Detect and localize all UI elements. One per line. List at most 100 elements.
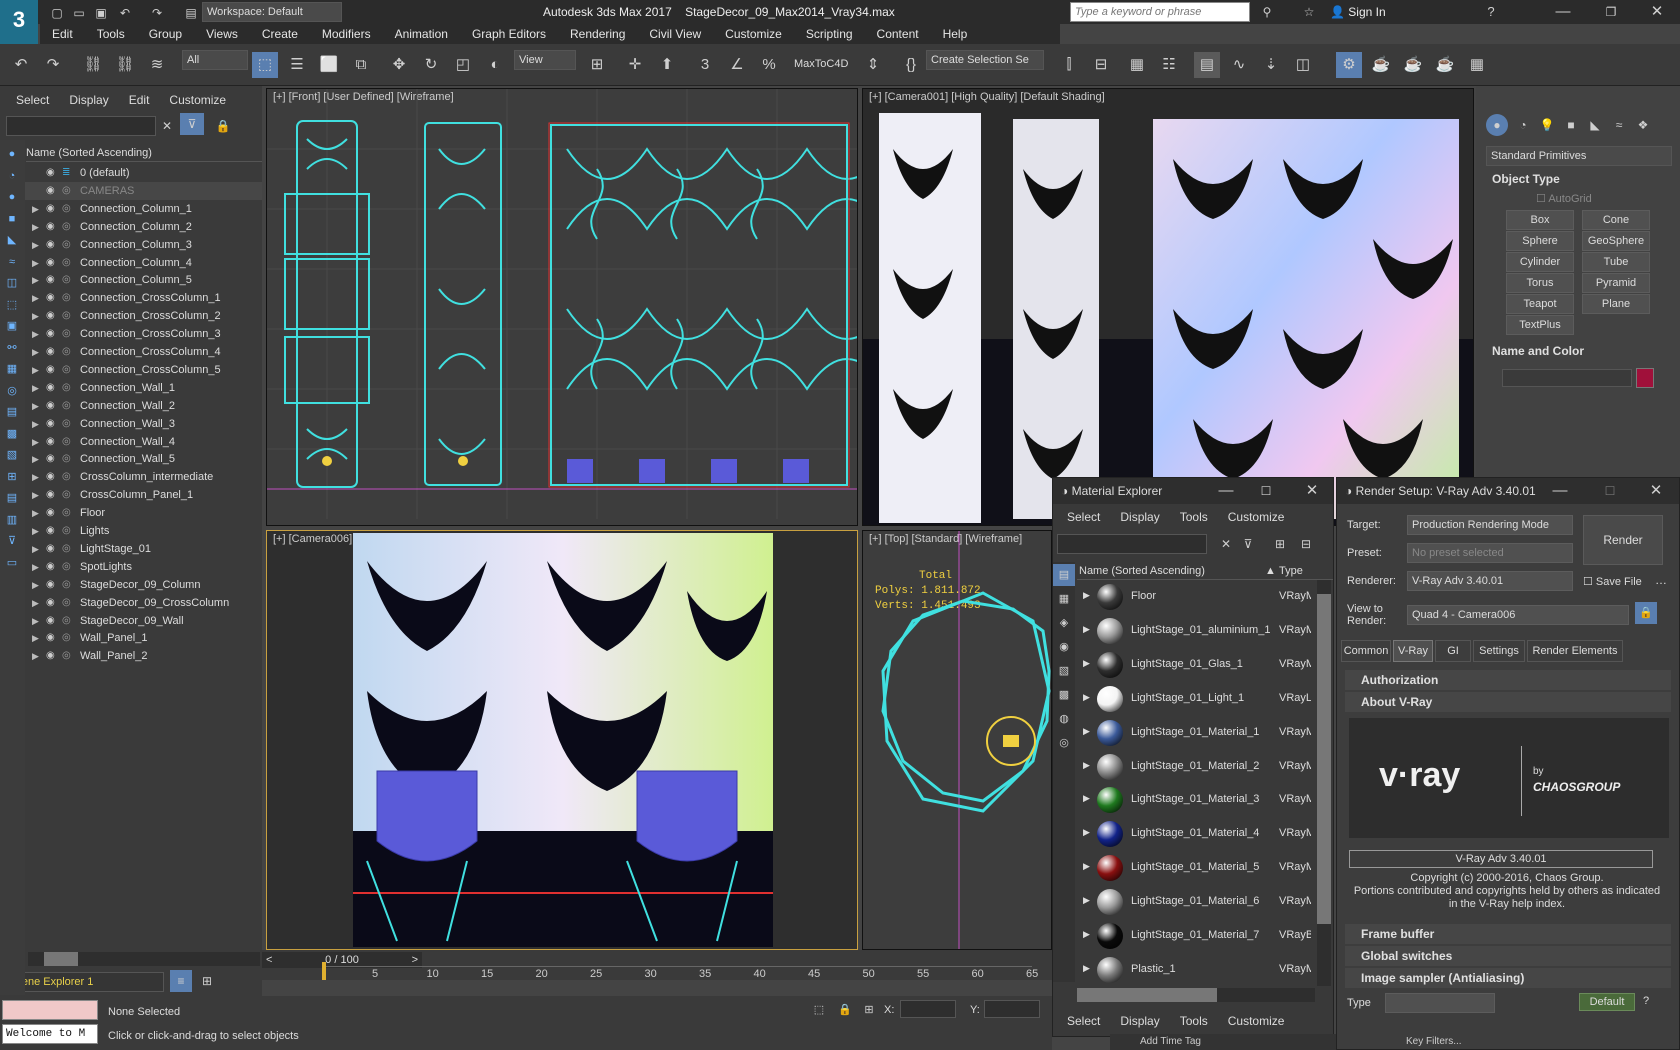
freeze-icon[interactable]: ◎ (62, 594, 71, 612)
more-options-icon[interactable]: … (1655, 573, 1667, 587)
workspace-dropdown[interactable]: Workspace: Default (202, 2, 342, 22)
display-influences-icon[interactable]: ▥ (0, 510, 24, 530)
display-shapes-icon[interactable]: ● (0, 187, 24, 207)
cone-button[interactable]: Cone (1582, 210, 1650, 230)
expand-triangle-icon[interactable]: ▶ (32, 379, 39, 397)
select-object-icon[interactable]: ⬚ (252, 52, 278, 78)
freeze-icon[interactable]: ◎ (62, 504, 71, 522)
ribbon-icon[interactable]: ☷ (1156, 52, 1182, 78)
scene-menu-edit[interactable]: Edit (119, 89, 160, 111)
angle-snap-icon[interactable]: ∠ (724, 52, 750, 78)
visibility-eye-icon[interactable]: ◉ (46, 343, 55, 361)
viewport-camera006[interactable]: [+] [Camera006] [High Quality] [Edged Fa… (266, 530, 858, 950)
save-icon[interactable]: ▣ (88, 0, 114, 26)
time-cursor[interactable] (322, 962, 326, 980)
expand-triangle-icon[interactable]: ▶ (32, 433, 39, 451)
spacewarps-icon[interactable]: ≈ (1608, 114, 1630, 136)
maxscript-input[interactable]: Welcome to M (2, 1024, 98, 1044)
scene-tree-row[interactable]: ▶ ◉ ◎ CrossColumn_Panel_1 (0, 486, 262, 504)
freeze-icon[interactable]: ◎ (62, 415, 71, 433)
box-button[interactable]: Box (1506, 210, 1574, 230)
global-switches-rollout[interactable]: Global switches (1345, 946, 1671, 966)
hierarchy-icon[interactable]: ⊞ (196, 970, 218, 992)
freeze-icon[interactable]: ◎ (62, 307, 71, 325)
preset-dropdown[interactable]: No preset selected (1407, 543, 1573, 563)
visibility-eye-icon[interactable]: ◉ (46, 433, 55, 451)
maximize-icon[interactable]: ☐ (1597, 478, 1623, 504)
expand-triangle-icon[interactable]: ▶ (32, 415, 39, 433)
scene-tree-row[interactable]: ▶ ◉ ◎ Connection_Wall_4 (0, 433, 262, 451)
rotate-icon[interactable]: ↻ (418, 52, 444, 78)
helpers-icon[interactable]: ◣ (1584, 114, 1606, 136)
layer-manager-icon[interactable]: ▦ (1124, 52, 1150, 78)
display-helpers-icon[interactable]: ≈ (0, 252, 24, 272)
visibility-eye-icon[interactable]: ◉ (46, 647, 55, 665)
expand-triangle-icon[interactable]: ▶ (1083, 658, 1090, 669)
rect-selection-icon[interactable]: ⬜ (316, 52, 342, 78)
expand-triangle-icon[interactable]: ▶ (32, 486, 39, 504)
expand-triangle-icon[interactable]: ▶ (32, 218, 39, 236)
scene-tree-row[interactable]: ▶ ◉ ◎ Wall_Panel_2 (0, 647, 262, 665)
textplus-button[interactable]: TextPlus (1506, 315, 1574, 335)
menu-tools[interactable]: Tools (85, 24, 137, 44)
scene-tree-row[interactable]: ▶ ◉ ◎ Connection_Wall_5 (0, 450, 262, 468)
visibility-eye-icon[interactable]: ◉ (46, 254, 55, 272)
material-row[interactable]: ▶ LightStage_01_Material_5 VRayMtl (1053, 851, 1313, 885)
freeze-icon[interactable]: ◎ (62, 576, 71, 594)
menu-graph-editors[interactable]: Graph Editors (460, 24, 558, 44)
freeze-icon[interactable]: ◎ (62, 218, 71, 236)
scene-tree-row[interactable]: ▶ ◉ ◎ Connection_Column_2 (0, 218, 262, 236)
autogrid-checkbox[interactable]: ☐ AutoGrid (1536, 192, 1592, 205)
visibility-eye-icon[interactable]: ◉ (46, 450, 55, 468)
scene-tree-row[interactable]: ▶ ◉ ◎ StageDecor_09_Column (0, 576, 262, 594)
scene-tree-row[interactable]: ▶ ◉ ◎ Connection_Wall_1 (0, 379, 262, 397)
tab-vray[interactable]: V-Ray (1393, 640, 1433, 662)
scene-hscrollbar[interactable] (28, 952, 260, 966)
scene-tree-row[interactable]: ▶ ◉ ◎ Floor (0, 504, 262, 522)
material-editor-icon[interactable]: ◫ (1290, 52, 1316, 78)
percent-snap-icon[interactable]: % (756, 52, 782, 78)
snap-toggle-icon[interactable]: 3 (692, 52, 718, 78)
expand-triangle-icon[interactable]: ▶ (1083, 590, 1090, 601)
sphere-button[interactable]: Sphere (1506, 231, 1574, 251)
y-coordinate-field[interactable] (984, 1000, 1040, 1018)
freeze-icon[interactable]: ◎ (62, 612, 71, 630)
display-none-icon[interactable]: ▧ (0, 445, 24, 465)
rendered-frame-icon[interactable]: ☕ (1368, 52, 1394, 78)
freeze-icon[interactable]: ◎ (62, 433, 71, 451)
expand-triangle-icon[interactable]: ▶ (32, 343, 39, 361)
material-vscrollbar[interactable] (1317, 580, 1331, 986)
lock-view-icon[interactable]: 🔒 (1635, 602, 1657, 624)
search-input[interactable]: Type a keyword or phrase (1070, 2, 1250, 22)
undo-icon[interactable]: ↶ (8, 52, 34, 78)
placement-icon[interactable]: ◐ (482, 52, 508, 78)
scene-tree-row[interactable]: ▶ ◉ ◎ LightStage_01 (0, 540, 262, 558)
freeze-icon[interactable]: ◎ (62, 361, 71, 379)
mexp-footer-customize[interactable]: Customize (1218, 1010, 1295, 1032)
layers-icon[interactable]: ≡ (170, 970, 192, 992)
display-spacewarps-icon[interactable]: ◫ (0, 273, 24, 293)
close-icon[interactable]: ✕ (1644, 0, 1670, 25)
app-logo[interactable]: 3 (0, 0, 38, 44)
expand-triangle-icon[interactable]: ▶ (1083, 692, 1090, 703)
add-time-tag[interactable]: Add Time Tag (1110, 1036, 1201, 1047)
minimize-icon[interactable]: — (1213, 478, 1239, 504)
expand-triangle-icon[interactable]: ▶ (32, 629, 39, 647)
filter-icon[interactable]: ⊽ (0, 531, 24, 551)
tube-button[interactable]: Tube (1582, 252, 1650, 272)
lights-icon[interactable]: 💡 (1536, 114, 1558, 136)
scene-tree-row[interactable]: ▶ ◉ ◎ Connection_Column_3 (0, 236, 262, 254)
material-row[interactable]: ▶ LightStage_01_Material_2 VRayMtl (1053, 750, 1313, 784)
tab-gi[interactable]: GI (1435, 640, 1471, 662)
visibility-eye-icon[interactable]: ◉ (46, 629, 55, 647)
scene-tree-row[interactable]: ▶ ◉ ◎ Connection_CrossColumn_5 (0, 361, 262, 379)
teapot-button[interactable]: Teapot (1506, 294, 1574, 314)
material-row[interactable]: ▶ LightStage_01_Material_6 VRayMtl (1053, 885, 1313, 919)
schematic-view-icon[interactable]: ⇣ (1258, 52, 1284, 78)
visibility-eye-icon[interactable]: ◉ (46, 504, 55, 522)
freeze-icon[interactable]: ◎ (62, 289, 71, 307)
expand-triangle-icon[interactable]: ▶ (32, 200, 39, 218)
invert-icon[interactable]: ⊞ (0, 467, 24, 487)
material-column-header[interactable]: Name (Sorted Ascending) ▲ Type (1077, 562, 1333, 580)
tab-render-elements[interactable]: Render Elements (1527, 640, 1623, 662)
